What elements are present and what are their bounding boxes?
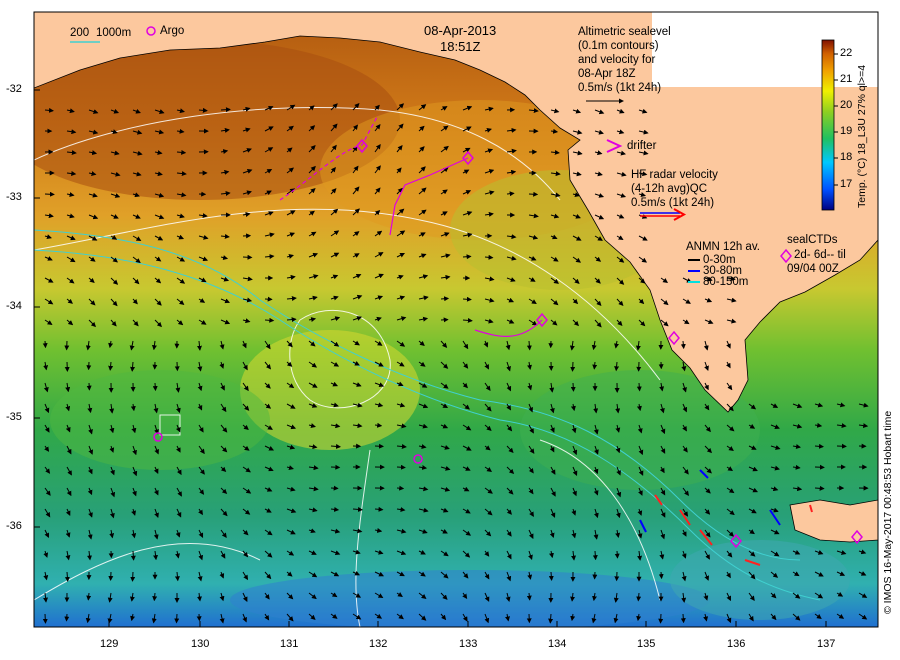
map-date: 08-Apr-2013: [424, 23, 497, 38]
velocity-arrow: [528, 191, 539, 197]
velocity-arrow: [636, 592, 642, 602]
lat-tick: -34: [6, 300, 22, 312]
velocity-arrow: [592, 550, 598, 561]
velocity-arrow: [548, 613, 554, 624]
lon-tick: 132: [369, 638, 388, 650]
sealctds-line-1: 2d- 6d-- til: [794, 249, 846, 261]
velocity-arrow: [814, 485, 825, 491]
hf-radar-line-2: (4-12h avg)QC: [631, 183, 708, 195]
hf-radar-line-3: 0.5m/s (1kt 24h): [631, 197, 715, 209]
altimetry-line-4: 08-Apr 18Z: [578, 68, 636, 80]
colorbar-tick: 20: [840, 99, 853, 111]
altimetry-line-3: and velocity for: [578, 54, 656, 66]
anmn-item-2: 80-150m: [703, 276, 749, 288]
velocity-arrow: [814, 443, 824, 449]
lat-tick: -33: [6, 191, 22, 203]
velocity-arrow: [570, 382, 576, 392]
velocity-arrow: [152, 382, 158, 392]
lon-tick: 134: [548, 638, 567, 650]
velocity-arrow: [152, 592, 158, 602]
velocity-arrow: [658, 613, 664, 624]
sealctds-title: sealCTDs: [787, 234, 838, 246]
colorbar-tick: 22: [840, 47, 853, 59]
lon-tick: 135: [637, 638, 656, 650]
argo-label: Argo: [160, 25, 185, 37]
velocity-arrow: [130, 571, 136, 582]
map-time: 18:51Z: [440, 39, 481, 54]
velocity-arrow: [42, 340, 48, 349]
lon-tick: 130: [191, 638, 210, 650]
velocity-arrow: [570, 361, 576, 372]
anmn-title: ANMN 12h av.: [686, 241, 760, 253]
lon-tick: 129: [100, 638, 119, 650]
velocity-arrow: [680, 340, 686, 350]
sealctds-line-2: 09/04 00Z: [787, 263, 839, 275]
velocity-arrow: [636, 382, 642, 392]
velocity-arrow: [174, 613, 180, 624]
colorbar-tick: 17: [840, 178, 853, 190]
lon-tick: 136: [727, 638, 746, 650]
velocity-arrow: [44, 191, 55, 197]
velocity-arrow: [374, 506, 384, 512]
velocity-arrow: [220, 107, 231, 113]
velocity-arrow: [64, 571, 70, 582]
colorbar: [821, 39, 835, 211]
altimetry-line-5: 0.5m/s (1kt 24h): [578, 82, 662, 94]
velocity-arrow: [42, 613, 48, 624]
lat-tick: -36: [6, 520, 22, 532]
velocity-arrow: [130, 550, 136, 561]
velocity-arrow: [526, 340, 532, 351]
lon-tick: 133: [459, 638, 478, 650]
velocity-arrow: [440, 296, 450, 302]
lon-tick: 131: [280, 638, 299, 650]
velocity-arrow: [506, 191, 515, 197]
velocity-arrow: [198, 107, 208, 113]
velocity-arrow: [658, 571, 664, 580]
velocity-arrow: [264, 317, 275, 323]
velocity-arrow: [592, 361, 598, 370]
velocity-arrow: [680, 613, 686, 624]
altimetry-line-2: (0.1m contours): [578, 40, 659, 52]
velocity-arrow: [614, 550, 620, 559]
velocity-arrow: [548, 571, 554, 581]
velocity-arrow: [526, 592, 532, 601]
velocity-arrow: [484, 254, 494, 260]
colorbar-label: Temp. (°C) 18_L3U 27% ql>=4: [856, 64, 868, 208]
velocity-arrow: [396, 464, 406, 470]
altimetry-line-1: Altimetric sealevel: [578, 26, 671, 38]
lon-tick: 137: [817, 638, 836, 650]
credit-text: © IMOS 16-May-2017 00:48:53 Hobart time: [882, 410, 894, 614]
velocity-arrow: [462, 296, 472, 302]
colorbar-tick: 19: [840, 125, 853, 137]
velocity-arrow: [64, 613, 70, 622]
velocity-arrow: [242, 254, 253, 260]
velocity-arrow: [462, 254, 472, 260]
velocity-arrow: [396, 485, 405, 491]
contour-1000-label: 1000m: [96, 27, 132, 39]
drifter-label: drifter: [627, 140, 657, 152]
lat-tick: -32: [6, 83, 22, 95]
lat-tick: -35: [6, 411, 22, 423]
contour-200-label: 200: [70, 27, 90, 39]
velocity-arrow: [86, 592, 92, 601]
sst-map: [33, 11, 879, 628]
hf-radar-line-1: HF radar velocity: [631, 169, 718, 181]
colorbar-tick: 21: [840, 73, 853, 85]
colorbar-tick: 18: [840, 151, 853, 163]
